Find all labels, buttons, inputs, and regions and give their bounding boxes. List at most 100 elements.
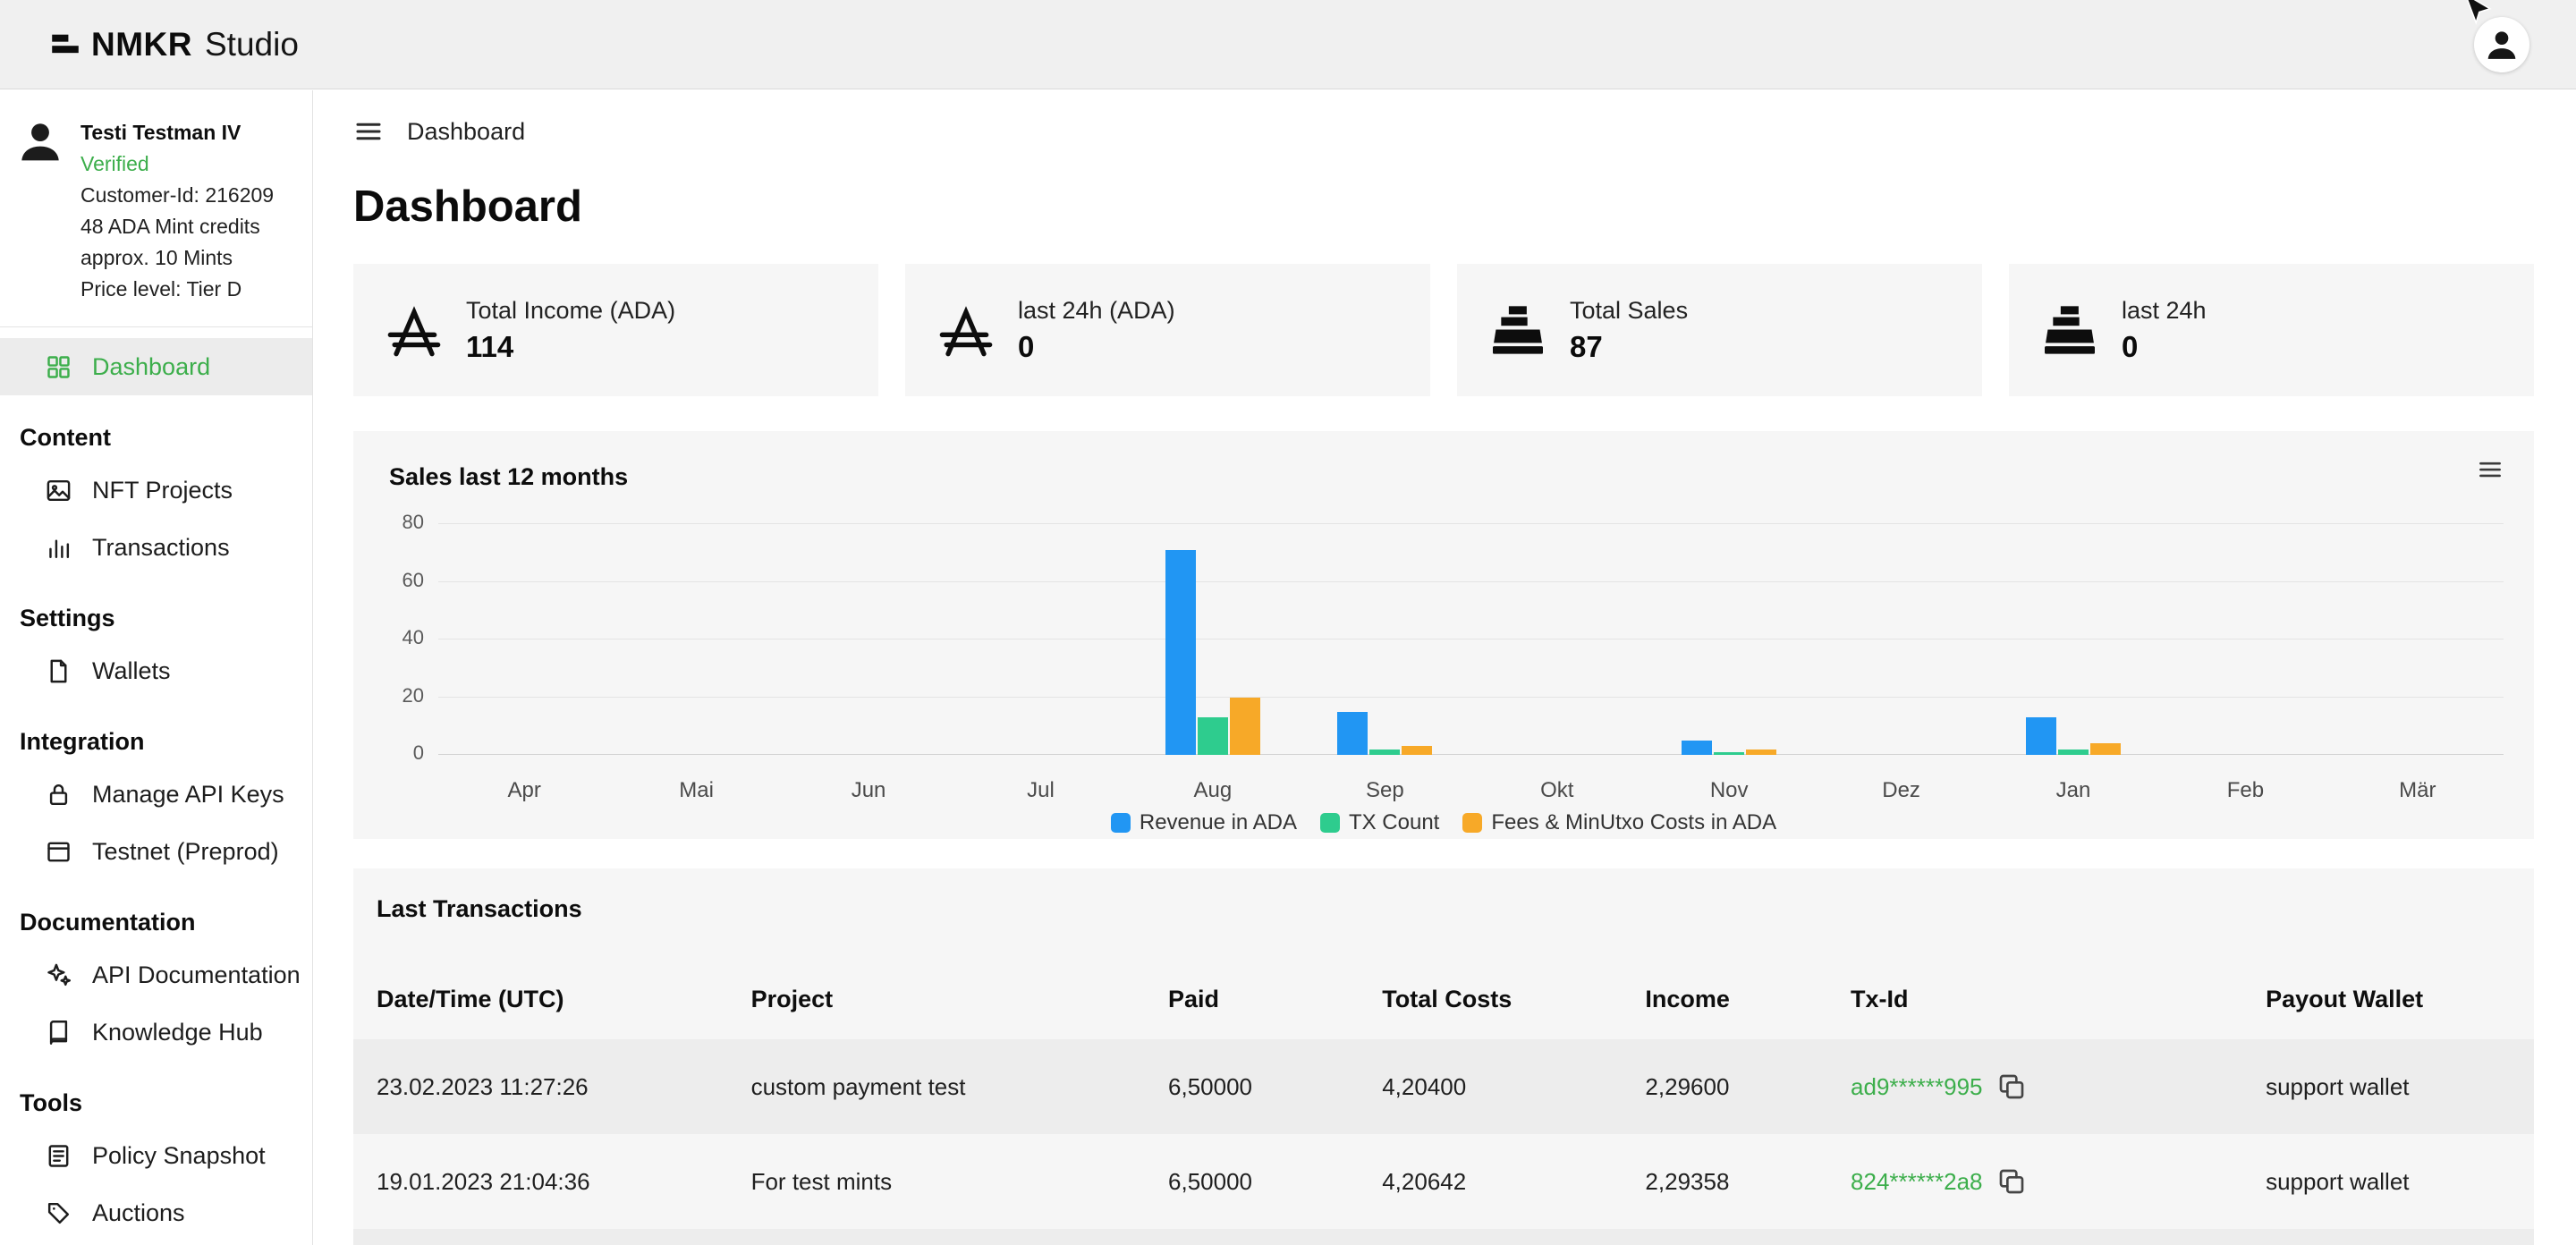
table-row: 19.01.2023 21:04:36 For test mints 6,500…: [353, 1134, 2534, 1229]
cell-project: For test mints: [751, 1168, 1168, 1196]
table-row-partial: [353, 1229, 2534, 1245]
stat-card-total-sales: Total Sales 87: [1457, 264, 1982, 396]
brand-logo[interactable]: NMKR Studio: [52, 26, 299, 64]
sidebar-item-label: Testnet (Preprod): [92, 838, 279, 866]
nmkr-logo-icon: [52, 33, 79, 55]
sidebar-item-label: Auctions: [92, 1199, 185, 1227]
col-header-txid: Tx-Id: [1851, 986, 2266, 1013]
legend-label: Fees & MinUtxo Costs in ADA: [1491, 810, 1776, 835]
stat-value: 87: [1570, 330, 1688, 364]
legend-item: Revenue in ADA: [1111, 810, 1297, 835]
sidebar-item-dashboard[interactable]: Dashboard: [0, 338, 312, 395]
bar-group-sep: [1299, 524, 1470, 755]
mint-credits: 48 ADA Mint credits: [80, 211, 274, 242]
stat-label: Total Sales: [1570, 297, 1688, 325]
copy-icon[interactable]: [1997, 1072, 2026, 1101]
legend-label: TX Count: [1349, 810, 1439, 835]
breadcrumb: Dashboard: [353, 112, 2534, 151]
copy-icon[interactable]: [1997, 1167, 2026, 1196]
legend-item: TX Count: [1320, 810, 1439, 835]
sidebar-item-policy-snapshot[interactable]: Policy Snapshot: [0, 1127, 312, 1184]
x-axis-label: Nov: [1643, 778, 1815, 803]
txid-link[interactable]: ad9******995: [1851, 1073, 1982, 1101]
cell-payout-wallet: support wallet: [2266, 1073, 2516, 1101]
chart-title: Sales last 12 months: [389, 463, 628, 491]
y-axis-tick: 20: [402, 684, 424, 707]
stat-value: 0: [2122, 330, 2207, 364]
col-header-total-costs: Total Costs: [1382, 986, 1645, 1013]
sidebar-item-label: NFT Projects: [92, 477, 233, 504]
y-axis-tick: 60: [402, 569, 424, 592]
policy-snapshot-icon: [45, 1142, 72, 1170]
chart-bar: [2058, 750, 2089, 755]
sidebar-item-wallets[interactable]: Wallets: [0, 642, 312, 699]
user-panel: Testi Testman IV Verified Customer-Id: 2…: [0, 90, 312, 327]
wallets-icon: [45, 657, 72, 685]
sales-chart-card: Sales last 12 months 020406080 AprMaiJun…: [353, 431, 2534, 839]
cash-register-icon: [2041, 303, 2098, 357]
table-row: 23.02.2023 11:27:26 custom payment test …: [353, 1039, 2534, 1134]
bar-group-mai: [610, 524, 782, 755]
dashboard-icon: [45, 353, 72, 381]
x-axis-label: Okt: [1471, 778, 1643, 803]
transactions-title: Last Transactions: [353, 868, 2534, 923]
stat-cards-row: Total Income (ADA) 114 last 24h (ADA) 0 …: [353, 264, 2534, 396]
page-title: Dashboard: [353, 182, 2534, 232]
testnet-icon: [45, 838, 72, 866]
cell-datetime: 19.01.2023 21:04:36: [377, 1168, 751, 1196]
stat-label: last 24h: [2122, 297, 2207, 325]
chart-menu-icon[interactable]: [2477, 456, 2504, 483]
user-avatar-icon: [16, 117, 64, 305]
customer-id: Customer-Id: 216209: [80, 180, 274, 211]
sidebar-item-manage-api-keys[interactable]: Manage API Keys: [0, 766, 312, 823]
sidebar-item-testnet-preprod[interactable]: Testnet (Preprod): [0, 823, 312, 880]
y-axis: 020406080: [389, 524, 438, 755]
price-level: Price level: Tier D: [80, 274, 274, 305]
x-axis-label: Mai: [610, 778, 782, 803]
cell-txid: ad9******995: [1851, 1072, 2266, 1101]
bar-group-apr: [438, 524, 610, 755]
x-axis-label: Jan: [1987, 778, 2159, 803]
x-axis-label: Jun: [783, 778, 954, 803]
sidebar-item-nft-projects[interactable]: NFT Projects: [0, 462, 312, 519]
bar-group-aug: [1127, 524, 1299, 755]
stat-card-total-income: Total Income (ADA) 114: [353, 264, 878, 396]
legend-swatch: [1111, 813, 1131, 833]
sidebar-item-knowledge-hub[interactable]: Knowledge Hub: [0, 1004, 312, 1061]
stat-card-last-24h-sales: last 24h 0: [2009, 264, 2534, 396]
sidebar-section-content: Content: [0, 395, 312, 462]
cell-txid: 824******2a8: [1851, 1167, 2266, 1196]
bar-group-jan: [1987, 524, 2159, 755]
txid-link[interactable]: 824******2a8: [1851, 1168, 1982, 1196]
sidebar-item-label: API Documentation: [92, 961, 301, 989]
sidebar-menu: DashboardContent NFT Projects Transactions…: [0, 327, 312, 1245]
chart-bar: [1746, 750, 1776, 755]
brand-name: NMKR: [91, 26, 192, 64]
cell-income: 2,29600: [1645, 1073, 1851, 1101]
mouse-cursor: [2460, 0, 2494, 27]
bar-group-jun: [783, 524, 954, 755]
sidebar-item-label: Manage API Keys: [92, 781, 284, 809]
col-header-income: Income: [1645, 986, 1851, 1013]
col-header-payout-wallet: Payout Wallet: [2266, 986, 2516, 1013]
sidebar-item-transactions[interactable]: Transactions: [0, 519, 312, 576]
sidebar-section-tools: Tools: [0, 1061, 312, 1127]
x-axis-label: Jul: [954, 778, 1126, 803]
y-axis-tick: 40: [402, 626, 424, 649]
cell-payout-wallet: support wallet: [2266, 1168, 2516, 1196]
chart-plot: 020406080: [389, 524, 2504, 755]
menu-toggle-icon[interactable]: [353, 116, 384, 147]
person-icon: [2484, 27, 2520, 63]
nft-projects-icon: [45, 477, 72, 504]
bar-group-nov: [1643, 524, 1815, 755]
col-header-datetime: Date/Time (UTC): [377, 986, 751, 1013]
bar-group-okt: [1471, 524, 1643, 755]
sidebar-item-auctions[interactable]: Auctions: [0, 1184, 312, 1241]
sidebar-item-api-documentation[interactable]: API Documentation: [0, 946, 312, 1004]
auctions-icon: [45, 1199, 72, 1227]
sidebar-item-partial[interactable]: [0, 1241, 312, 1245]
bar-group-feb: [2159, 524, 2331, 755]
sidebar-section-integration: Integration: [0, 699, 312, 766]
stat-label: last 24h (ADA): [1018, 297, 1175, 325]
chart-bar: [2026, 717, 2056, 755]
